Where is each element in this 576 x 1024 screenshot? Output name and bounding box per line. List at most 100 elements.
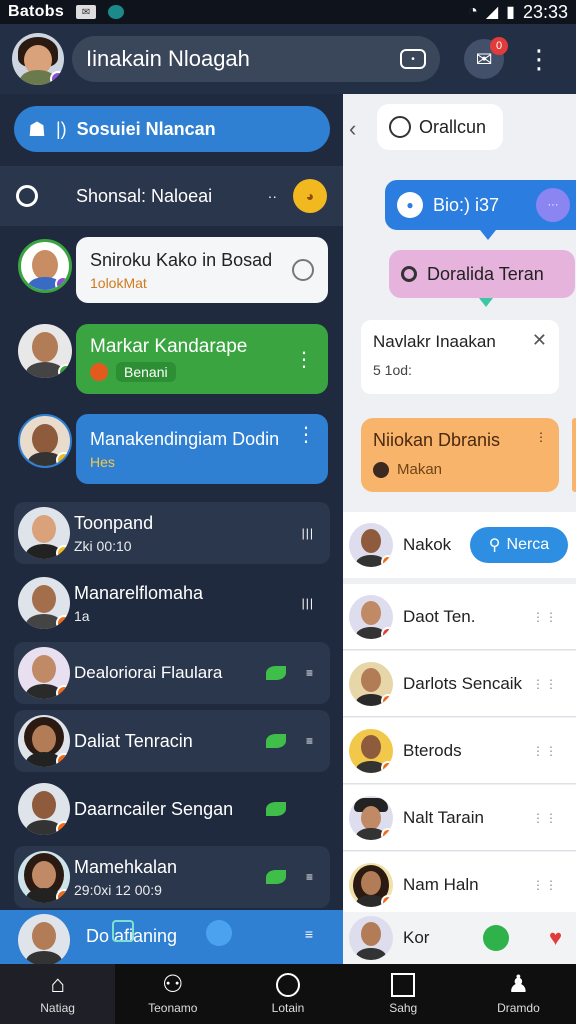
drag-handle-icon[interactable]: ⋮⋮	[532, 878, 558, 892]
list-item[interactable]: Bterods ⋮⋮	[343, 718, 576, 784]
contact-name: Nakok	[403, 535, 452, 554]
avatar	[349, 728, 393, 773]
avatar	[18, 239, 72, 293]
circle-icon	[276, 973, 300, 997]
nav-item-home[interactable]: ⌂ Natiag	[0, 964, 116, 1024]
status-badge	[58, 364, 72, 378]
status-badge	[55, 276, 69, 290]
chat-subtitle: Zki 00:10	[74, 537, 132, 554]
list-item[interactable]: Nalt Tarain ⋮⋮	[343, 785, 576, 851]
top-bar: Iinakain Nloagah • ✉ 0 ⋮	[0, 24, 576, 94]
search-bar[interactable]: Shonsal: Naloeai ·· ◕	[0, 166, 343, 226]
orange-card[interactable]: Niiokan Dbranis Makan ⋮	[361, 418, 559, 492]
avatar	[349, 661, 393, 706]
search-icon	[16, 185, 38, 207]
chat-card-1[interactable]: Sniroku Kako in Bosad 1olokMat	[76, 237, 328, 303]
app-title: Iinakain Nloagah	[86, 46, 250, 71]
list-item[interactable]: Darlots Sencaik ⋮⋮	[343, 651, 576, 717]
search-icon	[401, 266, 417, 282]
list-item[interactable]: Kor ♥	[343, 912, 576, 964]
nav-label: Lotain	[271, 1001, 305, 1015]
title-bar[interactable]: Iinakain Nloagah •	[72, 36, 440, 82]
menu-icon[interactable]: ≡	[306, 734, 314, 748]
chat-name: Daarncailer Sengan	[74, 798, 234, 819]
list-item-name: Nam Haln	[403, 874, 479, 894]
list-item-name: Nalt Tarain	[403, 807, 484, 827]
envelope-icon: ✉	[475, 48, 493, 71]
more-options-icon[interactable]: ⋮	[526, 46, 552, 72]
person-icon: ♟	[507, 971, 530, 998]
avatar	[349, 862, 393, 907]
user-icon: ●	[397, 192, 423, 218]
leaf-icon	[266, 734, 286, 748]
search-label: Shonsal: Naloeai	[76, 185, 213, 206]
chat-name: Dealoriorai Flaulara	[74, 663, 223, 682]
status-badge	[56, 685, 70, 699]
status-badge	[381, 626, 393, 639]
signal-icon: ◢	[485, 4, 499, 21]
message-bubble-blue[interactable]: ● Bio:) i37 ···	[385, 180, 576, 230]
primary-action-button[interactable]: ☗ |) Sosuiei Nlancan	[14, 106, 330, 152]
mail-status-icon: ✉	[76, 5, 97, 19]
nav-label: Teonamo	[148, 1001, 198, 1015]
chat-card-3[interactable]: Manakendingiam Dodin Hes ⋮	[76, 414, 328, 484]
more-options-icon[interactable]: ⋮	[535, 430, 547, 444]
avatar	[349, 795, 393, 840]
nav-item-people[interactable]: ⚇ Teonamo	[115, 964, 230, 1024]
drag-handle-icon[interactable]: ⋮⋮	[532, 610, 558, 624]
list-item[interactable]: Daot Ten. ⋮⋮	[343, 584, 576, 650]
carrier-label: Batobs	[8, 3, 65, 20]
status-badge	[56, 545, 70, 559]
nav-item-square[interactable]: Sahg	[346, 964, 461, 1024]
message-text: Bio:) i37	[433, 194, 500, 215]
header-pill[interactable]: Orallcun	[377, 104, 503, 150]
wifi-icon: ◔	[468, 3, 478, 20]
menu-icon[interactable]: ≡	[306, 666, 314, 680]
status-badge	[56, 615, 70, 629]
inbox-button[interactable]: ✉ 0	[464, 37, 508, 79]
heart-icon	[90, 363, 108, 381]
menu-icon[interactable]: |||	[302, 596, 314, 610]
heart-icon[interactable]: ♥	[549, 925, 562, 951]
back-arrow-icon[interactable]: ‹	[349, 116, 356, 142]
next-card-edge	[572, 418, 576, 492]
drag-handle-icon[interactable]: ⋮⋮	[532, 744, 558, 758]
home-icon: ⌂	[50, 971, 65, 998]
contact-row[interactable]: Nakok ⚲ Nerca	[343, 512, 576, 578]
nav-item-profile[interactable]: ♟ Dramdo	[461, 964, 576, 1024]
menu-icon[interactable]: ≡	[305, 926, 313, 942]
profile-avatar[interactable]	[12, 33, 64, 85]
status-badge	[381, 693, 393, 706]
drag-handle-icon[interactable]: ⋮⋮	[532, 677, 558, 691]
close-icon[interactable]: ✕	[532, 330, 547, 351]
contact-action-button[interactable]: ⚲ Nerca	[470, 527, 568, 563]
avatar	[349, 916, 393, 960]
leaf-icon	[266, 666, 286, 680]
list-item[interactable]: Nam Haln ⋮⋮	[343, 852, 576, 918]
chat-icon[interactable]	[482, 925, 509, 951]
avatar	[18, 507, 70, 559]
emoji-button[interactable]: ◕	[293, 179, 327, 213]
user-icon: ⚲	[488, 537, 501, 554]
chat-bubble-icon[interactable]: •	[400, 49, 426, 69]
nav-label: Natiag	[40, 1001, 75, 1015]
battery-icon: ▮	[506, 4, 515, 21]
more-options-icon[interactable]: ⋮	[294, 347, 314, 372]
clock: 23:33	[522, 1, 568, 22]
search-suggestion[interactable]: Doralida Teran	[389, 250, 575, 298]
notification-subtitle: 5 1od:	[373, 362, 412, 378]
menu-icon[interactable]: |||	[302, 526, 314, 540]
chat-subtitle: 29:0xi 12 00:9	[74, 881, 162, 898]
nav-item-circle[interactable]: Lotain	[230, 964, 345, 1024]
search-icon[interactable]	[292, 259, 314, 281]
status-badge	[381, 894, 393, 907]
more-options-icon[interactable]: ⋮	[296, 422, 316, 447]
menu-icon[interactable]: ≡	[306, 870, 314, 884]
bubble-tail	[479, 298, 493, 307]
notification-card[interactable]: Navlakr Inaakan 5 1od: ✕	[361, 320, 559, 394]
drag-handle-icon[interactable]: ⋮⋮	[532, 811, 558, 825]
contact-action-label: Nerca	[506, 536, 550, 553]
chat-card-2[interactable]: Markar Kandarape Benani ⋮	[76, 324, 328, 394]
suggestion-text: Doralida Teran	[427, 263, 544, 284]
avatar	[349, 594, 393, 639]
